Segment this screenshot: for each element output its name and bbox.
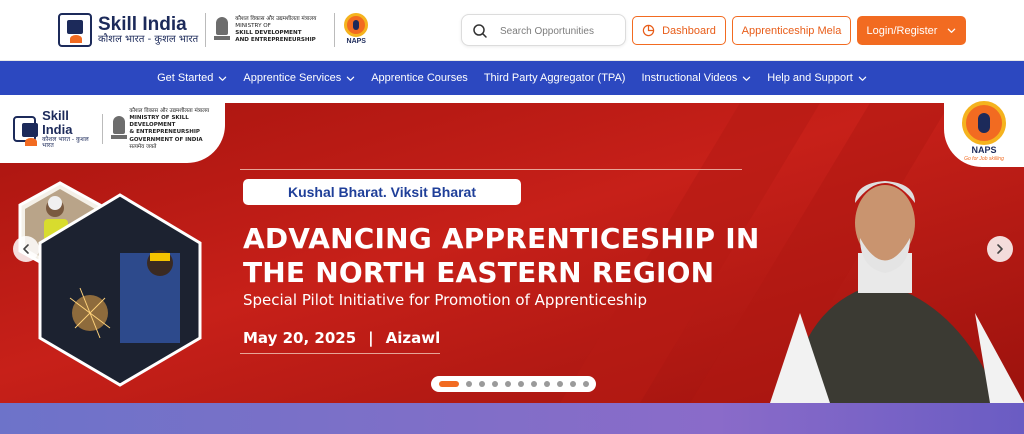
banner-tag-pill: Kushal Bharat. Viksit Bharat [243,179,521,205]
main-nav: Get Started Apprentice Services Apprenti… [0,61,1024,95]
banner-ministry-name: कौशल विकास और उद्यमशीलता मंत्रालय MINIST… [129,108,225,151]
carousel-prev-button[interactable] [13,236,39,262]
pie-chart-icon [642,24,655,37]
carousel-dot[interactable] [465,381,472,387]
chevron-down-icon [219,76,227,81]
naps-emblem-icon [962,101,1006,145]
banner-skill-india-wordmark: Skill India कौशल भारत - कुशल भारत [42,109,95,149]
next-section-strip [0,403,1024,434]
carousel-dot[interactable] [517,381,524,387]
banner-ministry-line3: GOVERNMENT OF INDIA [129,136,203,143]
search-icon[interactable] [472,23,488,39]
banner-naps-tagline: Go for Job skilling [964,156,1004,162]
search-box[interactable] [461,14,626,46]
ministry-line2-text: SKILL DEVELOPMENT [235,30,302,36]
national-emblem-icon [213,15,231,45]
nav-label: Instructional Videos [641,72,738,84]
banner-event-date: May 20, 2025 [243,329,357,347]
carousel-indicators [431,376,596,392]
nav-label: Help and Support [767,72,853,84]
skill-india-wordmark: Skill India कौशल भारत - कुशल भारत [98,13,199,45]
banner-headline-line2: THE NORTH EASTERN REGION [243,256,715,289]
dashboard-button[interactable]: Dashboard [632,16,726,45]
chevron-left-icon [23,244,29,254]
nav-item-help-support[interactable]: Help and Support [767,72,867,84]
ministry-line2: SKILL DEVELOPMENT [235,30,327,37]
banner-event-separator: | [368,329,374,347]
carousel-dot[interactable] [582,381,589,387]
ministry-hindi: कौशल विकास और उद्यमशीलता मंत्रालय [235,16,317,23]
skill-india-logo-icon [58,13,92,47]
banner-subline: Special Pilot Initiative for Promotion o… [243,291,648,309]
banner-date-rule [240,353,440,354]
carousel-dot[interactable] [504,381,511,387]
banner-top-rule [240,169,742,170]
nav-item-instructional-videos[interactable]: Instructional Videos [641,72,751,84]
brand-divider-2 [334,13,336,47]
skill-india-title: Skill India [98,13,187,35]
chevron-right-icon [997,244,1003,254]
nav-item-tpa[interactable]: Third Party Aggregator (TPA) [484,72,626,84]
carousel-dot[interactable] [530,381,537,387]
banner-emblem-caption: सत्यमेव जयते [129,143,157,150]
banner-event-info: May 20, 2025 | Aizawl [243,329,440,347]
apprenticeship-mela-button[interactable]: Apprenticeship Mela [732,16,851,45]
apprenticeship-mela-label: Apprenticeship Mela [741,24,842,37]
login-register-button[interactable]: Login/Register [857,16,966,45]
chevron-down-icon [858,76,867,81]
banner-brand-panel: Skill India कौशल भारत - कुशल भारत कौशल व… [0,95,225,163]
brand-divider [205,13,207,47]
banner-ministry-line1: MINISTRY OF SKILL DEVELOPMENT [129,115,189,129]
banner-naps-name: NAPS [971,145,997,155]
nav-label: Apprentice Services [243,72,342,84]
banner-naps-badge: NAPS Go for Job skilling [944,95,1024,167]
login-register-label: Login/Register [866,24,938,37]
banner-brand: Skill India कौशल भारत - कुशल भारत कौशल व… [13,108,225,151]
ministry-line3: AND ENTREPRENEURSHIP [235,37,327,44]
chevron-down-icon [346,76,355,81]
chevron-down-icon [948,28,956,33]
banner-headline-line1: ADVANCING APPRENTICESHIP IN [243,222,760,255]
naps-logo: NAPS [342,13,370,47]
nav-item-get-started[interactable]: Get Started [157,72,227,84]
chevron-down-icon [743,76,751,81]
banner-headline: ADVANCING APPRENTICESHIP IN THE NORTH EA… [243,222,833,290]
naps-label: NAPS [346,38,366,45]
banner-brand-divider [101,114,103,145]
carousel-dot[interactable] [543,381,550,387]
skill-india-logo-icon [13,116,39,147]
ministry-name: कौशल विकास और उद्यमशीलता मंत्रालय MINIST… [235,16,327,44]
nav-item-apprentice-services[interactable]: Apprentice Services [243,72,355,84]
page-root: Skill India कौशल भारत - कुशल भारत कौशल व… [0,0,1024,434]
naps-emblem-icon [344,13,369,37]
carousel-dot[interactable] [556,381,563,387]
site-header: Skill India कौशल भारत - कुशल भारत कौशल व… [0,0,1024,61]
dashboard-label: Dashboard [662,24,716,37]
nav-label: Get Started [157,72,214,84]
national-emblem-icon [110,114,127,144]
carousel-dot[interactable] [491,381,498,387]
nav-item-apprentice-courses[interactable]: Apprentice Courses [371,72,468,84]
banner-ministry-line2: & ENTREPRENEURSHIP [129,129,200,136]
banner-event-location: Aizawl [385,329,441,347]
banner-skill-india-title: Skill India [42,108,73,138]
nav-label: Third Party Aggregator (TPA) [483,72,626,84]
hero-carousel[interactable]: Skill India कौशल भारत - कुशल भारत कौशल व… [0,95,1024,403]
nav-label: Apprentice Courses [371,72,468,84]
carousel-dot[interactable] [478,381,485,387]
carousel-next-button[interactable] [987,236,1013,262]
search-input[interactable] [500,21,622,41]
banner-ministry-hindi: कौशल विकास और उद्यमशीलता मंत्रालय [129,108,210,114]
banner-skill-india-subtitle: कौशल भारत - कुशल भारत [42,135,89,150]
carousel-dot[interactable] [569,381,576,387]
ministry-line1: MINISTRY OF [235,23,271,30]
header-brand[interactable]: Skill India कौशल भारत - कुशल भारत कौशल व… [58,13,370,47]
ministry-line3-text: AND ENTREPRENEURSHIP [235,36,316,43]
carousel-dot-active[interactable] [438,381,459,387]
skill-india-subtitle: कौशल भारत - कुशल भारत [98,33,199,45]
